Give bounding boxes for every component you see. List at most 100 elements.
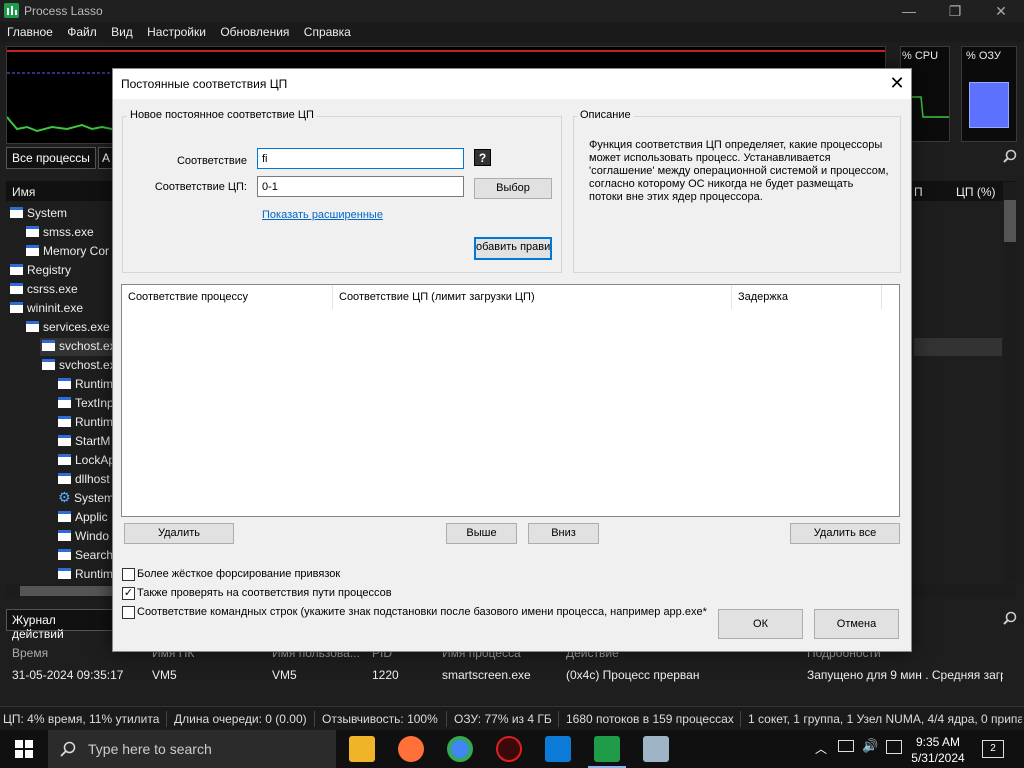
tree-item[interactable]: Search: [58, 546, 113, 565]
menu-settings[interactable]: Настройки: [143, 22, 210, 42]
volume-icon[interactable]: 🔊: [862, 738, 878, 754]
menu-file[interactable]: Файл: [63, 22, 101, 42]
log-cell: VM5: [152, 668, 177, 682]
select-cpus-button[interactable]: Выбор: [474, 178, 552, 199]
list-col-process[interactable]: Соответствие процессу: [122, 285, 333, 309]
tree-item[interactable]: csrss.exe: [10, 280, 78, 299]
move-down-button[interactable]: Вниз: [528, 523, 599, 544]
tree-item[interactable]: TextInp: [58, 394, 114, 413]
log-row[interactable]: 31-05-2024 09:35:17 VM5 VM5 1220 smartsc…: [6, 665, 1016, 685]
tab-action-log[interactable]: Журнал действий: [6, 609, 114, 641]
taskbar-search[interactable]: Type here to search: [48, 730, 336, 768]
window-icon: [58, 511, 71, 522]
minimize-button[interactable]: —: [886, 0, 932, 22]
settings-app-icon[interactable]: [643, 736, 669, 762]
tree-item-label: csrss.exe: [27, 282, 78, 296]
maximize-button[interactable]: ❐: [932, 0, 978, 22]
tree-item[interactable]: Windo: [58, 527, 109, 546]
tree-item-label: Windo: [75, 529, 110, 543]
strict-affinity-checkbox[interactable]: [122, 568, 135, 581]
cpu-meter-label: % CPU: [902, 50, 939, 62]
tree-item-label: LockAp: [75, 453, 116, 467]
security-app-icon[interactable]: [496, 736, 522, 762]
delete-button[interactable]: Удалить: [124, 523, 234, 544]
clock[interactable]: 9:35 AM 5/31/2024: [902, 734, 974, 766]
show-advanced-link[interactable]: Показать расширенные: [262, 209, 383, 221]
log-col-time[interactable]: Время: [12, 646, 48, 660]
description-group-label: Описание: [577, 109, 634, 121]
tree-item[interactable]: Runtim: [58, 375, 113, 394]
column-name[interactable]: Имя: [12, 185, 35, 199]
chevron-up-icon[interactable]: ︿: [815, 740, 827, 757]
file-explorer-icon[interactable]: [349, 736, 375, 762]
search-icon[interactable]: [1003, 149, 1017, 163]
column-partial[interactable]: П: [914, 185, 923, 199]
cpu-affinity-input[interactable]: [257, 176, 464, 197]
windows-start-icon[interactable]: [15, 740, 33, 758]
tree-item[interactable]: dllhost: [58, 470, 110, 489]
tree-item[interactable]: Registry: [10, 261, 71, 280]
chrome-icon[interactable]: [447, 736, 473, 762]
move-up-button[interactable]: Выше: [446, 523, 517, 544]
tree-item[interactable]: Runtim: [58, 565, 113, 584]
tree-item[interactable]: svchost.ex: [42, 356, 116, 375]
window-icon: [26, 321, 39, 332]
tree-item[interactable]: Applic: [58, 508, 108, 527]
tree-item[interactable]: Runtim: [58, 413, 113, 432]
tree-item-label: System: [27, 206, 68, 220]
tree-item[interactable]: ⚙ System: [58, 489, 114, 508]
dialog-close-button[interactable]: ✕: [885, 71, 909, 95]
tree-item[interactable]: LockAp: [58, 451, 115, 470]
rules-list[interactable]: Соответствие процессу Соответствие ЦП (л…: [121, 284, 900, 517]
vertical-scrollbar[interactable]: [1003, 182, 1017, 582]
tree-item[interactable]: services.exe: [26, 318, 110, 337]
log-search-icon[interactable]: [1003, 611, 1017, 625]
window-icon: [10, 264, 23, 275]
dialog-title: Постоянные соответствия ЦП: [121, 77, 288, 91]
store-icon[interactable]: [545, 736, 571, 762]
window-icon: [10, 302, 23, 313]
log-cell: 1220: [372, 668, 399, 682]
menu-view[interactable]: Вид: [107, 22, 137, 42]
status-bar: ЦП: 4% время, 11% утилита Длина очереди:…: [0, 706, 1024, 730]
menu-main[interactable]: Главное: [3, 22, 57, 42]
firefox-icon[interactable]: [398, 736, 424, 762]
tree-item[interactable]: StartM: [58, 432, 110, 451]
tree-item-label: Search: [75, 548, 114, 562]
tree-item-label: Applic: [75, 510, 108, 524]
close-button[interactable]: ✕: [978, 0, 1024, 22]
menu-help[interactable]: Справка: [300, 22, 355, 42]
delete-all-button[interactable]: Удалить все: [790, 523, 900, 544]
ram-meter-label: % ОЗУ: [966, 50, 1001, 62]
list-col-cpu[interactable]: Соответствие ЦП (лимит загрузки ЦП): [333, 285, 732, 309]
tree-item[interactable]: Memory Cor: [26, 242, 109, 261]
ok-button[interactable]: ОК: [718, 609, 803, 639]
tab-all-processes[interactable]: Все процессы: [6, 147, 96, 169]
menu-updates[interactable]: Обновления: [216, 22, 293, 42]
tree-item-label: StartM: [75, 434, 111, 448]
process-match-input[interactable]: [257, 148, 464, 169]
notification-icon[interactable]: 2: [982, 740, 1004, 758]
clock-date: 5/31/2024: [911, 751, 965, 765]
window-icon: [58, 530, 71, 541]
tree-item-label: Memory Cor: [43, 244, 110, 258]
tree-item[interactable]: smss.exe: [26, 223, 94, 242]
status-cpu: ЦП: 4% время, 11% утилита: [3, 712, 160, 726]
language-icon[interactable]: [886, 740, 902, 754]
check-paths-checkbox[interactable]: ✓: [122, 587, 135, 600]
window-icon: [58, 378, 71, 389]
tree-item[interactable]: System: [10, 204, 67, 223]
list-col-delay[interactable]: Задержка: [732, 285, 882, 309]
column-cpu[interactable]: ЦП (%): [956, 185, 996, 199]
description-text: Функция соответствия ЦП определяет, каки…: [589, 139, 889, 203]
tree-item[interactable]: wininit.exe: [10, 299, 83, 318]
cmdline-match-checkbox[interactable]: [122, 606, 135, 619]
network-icon[interactable]: [838, 740, 854, 752]
add-rule-button[interactable]: обавить прави: [474, 237, 552, 260]
vertical-scrollbar-thumb[interactable]: [1004, 200, 1016, 242]
cancel-button[interactable]: Отмена: [814, 609, 899, 639]
process-lasso-taskbar-icon[interactable]: [594, 736, 620, 762]
help-icon[interactable]: ?: [474, 149, 491, 166]
tree-item[interactable]: svchost.ex: [42, 337, 116, 356]
process-tree: System smss.exe Memory Cor Registry csrs…: [6, 202, 116, 582]
